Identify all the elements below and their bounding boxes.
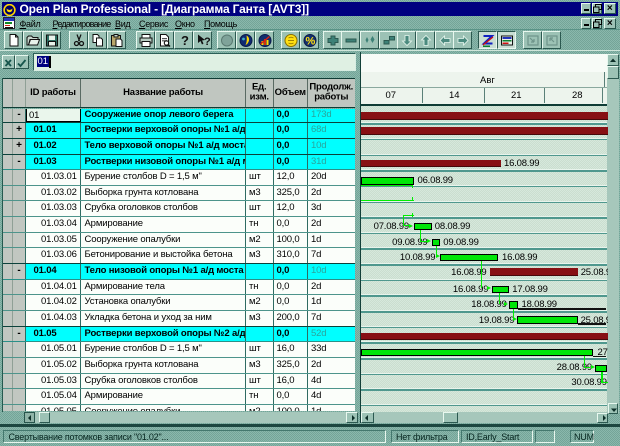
svg-text:%: %	[305, 36, 315, 48]
svg-text:?: ?	[204, 36, 211, 48]
svg-text:?: ?	[181, 33, 189, 48]
